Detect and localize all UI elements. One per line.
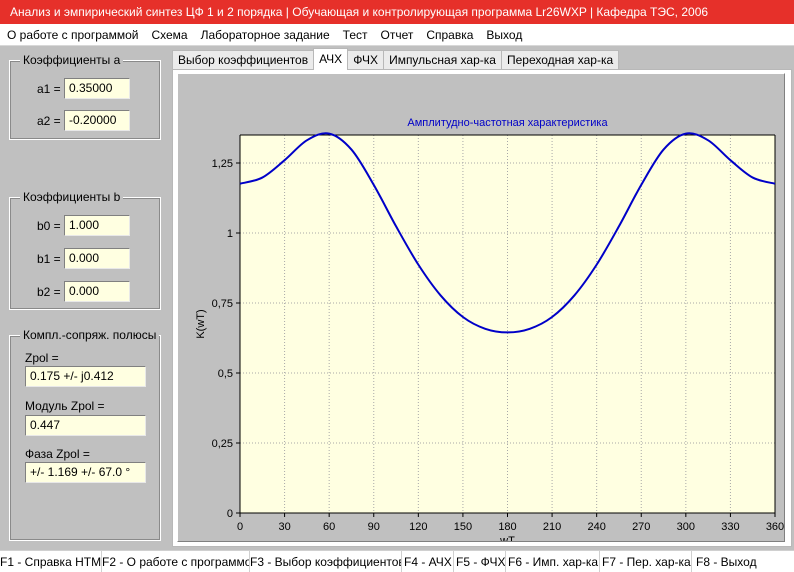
status-f8-exit[interactable]: F8 - Выход — [692, 551, 794, 572]
b2-label: b2 = — [37, 285, 61, 299]
window-title: Анализ и эмпирический синтез ЦФ 1 и 2 по… — [0, 0, 794, 24]
status-f2-about[interactable]: F2 - О работе с программой — [102, 551, 250, 572]
chart-title: Амплитудно-частотная характеристика — [407, 117, 608, 129]
tab-amplitude-response[interactable]: АЧХ — [313, 48, 349, 70]
coef-a-group: Коэффициенты a a1 = 0.35000 a2 = -0.2000… — [9, 53, 161, 140]
x-tick-label: 360 — [766, 521, 784, 533]
b1-field[interactable]: 0.000 — [64, 248, 130, 269]
y-tick-label: 0,25 — [212, 438, 233, 450]
x-tick-label: 270 — [632, 521, 650, 533]
b0-label: b0 = — [37, 219, 61, 233]
menu-test[interactable]: Тест — [337, 24, 374, 46]
poles-title: Компл.-сопряж. полюсы — [20, 328, 160, 342]
chart-panel: 0 30 60 90 120 150 180 210 240 270 300 330 360 0 0,25 0… — [177, 73, 785, 547]
menu-bar: О работе с программой Схема Лабораторное з… — [0, 24, 794, 46]
status-f6-impulse[interactable]: F6 - Имп. хар-ка — [506, 551, 600, 572]
zpol-modulus-label: Модуль Zpol = — [25, 399, 105, 413]
b0-field[interactable]: 1.000 — [64, 215, 130, 236]
x-tick-label: 30 — [278, 521, 290, 533]
y-tick-label: 0,5 — [218, 368, 233, 380]
y-tick-label: 0 — [227, 508, 233, 520]
coef-b-group: Коэффициенты b b0 = 1.000 b1 = 0.000 b2 … — [9, 190, 161, 310]
zpol-label: Zpol = — [25, 351, 59, 365]
tab-area: Выбор коэффициентов АЧХ ФЧХ Импульсная хар-… — [166, 46, 794, 550]
y-tick-label: 0,75 — [212, 298, 233, 310]
x-tick-label: 0 — [237, 521, 243, 533]
a1-label: a1 = — [37, 82, 61, 96]
status-f7-step[interactable]: F7 - Пер. хар-ка — [600, 551, 692, 572]
status-bar: F1 - Справка HTML F2 - О работе с програ… — [0, 550, 794, 572]
tab-page-amplitude: 0 30 60 90 120 150 180 210 240 270 300 330 360 0 0,25 0… — [172, 69, 792, 547]
amplitude-chart: 0 30 60 90 120 150 180 210 240 270 300 330 360 0 0,25 0… — [195, 117, 784, 547]
x-axis-label: wT — [499, 535, 515, 541]
zpol-phase-field[interactable]: +/- 1.169 +/- 67.0 ° — [25, 462, 146, 483]
x-tick-label: 60 — [323, 521, 335, 533]
b2-field[interactable]: 0.000 — [64, 281, 130, 302]
menu-about[interactable]: О работе с программой — [1, 24, 144, 46]
poles-group: Компл.-сопряж. полюсы Zpol = 0.175 +/- j… — [9, 328, 161, 541]
x-tick-label: 180 — [498, 521, 516, 533]
left-panel: Коэффициенты a a1 = 0.35000 a2 = -0.2000… — [0, 46, 166, 550]
zpol-field[interactable]: 0.175 +/- j0.412 — [25, 366, 146, 387]
coef-b-title: Коэффициенты b — [20, 190, 124, 204]
x-tick-label: 210 — [543, 521, 561, 533]
tab-step-response[interactable]: Переходная хар-ка — [500, 50, 620, 70]
coef-a-title: Коэффициенты a — [20, 53, 124, 67]
y-axis-label: K(wT) — [195, 309, 207, 338]
a2-label: a2 = — [37, 114, 61, 128]
y-tick-label: 1 — [227, 228, 233, 240]
status-f1-help[interactable]: F1 - Справка HTML — [0, 551, 102, 572]
y-tick-label: 1,25 — [212, 158, 233, 170]
menu-report[interactable]: Отчет — [374, 24, 419, 46]
menu-scheme[interactable]: Схема — [145, 24, 193, 46]
status-f4-amplitude[interactable]: F4 - АЧХ — [402, 551, 454, 572]
tab-strip: Выбор коэффициентов АЧХ ФЧХ Импульсная хар-… — [172, 48, 620, 70]
tab-impulse-response[interactable]: Импульсная хар-ка — [383, 50, 502, 70]
x-tick-label: 240 — [587, 521, 605, 533]
tab-phase-response[interactable]: ФЧХ — [347, 50, 385, 70]
x-tick-label: 330 — [721, 521, 739, 533]
x-tick-label: 90 — [368, 521, 380, 533]
b1-label: b1 = — [37, 252, 61, 266]
x-tick-label: 120 — [409, 521, 427, 533]
a2-field[interactable]: -0.20000 — [64, 110, 130, 131]
menu-lab-task[interactable]: Лабораторное задание — [195, 24, 336, 46]
zpol-phase-label: Фаза Zpol = — [25, 447, 90, 461]
status-f3-coefficients[interactable]: F3 - Выбор коэффициентов — [250, 551, 402, 572]
status-f5-phase[interactable]: F5 - ФЧХ — [454, 551, 506, 572]
x-tick-label: 150 — [454, 521, 472, 533]
a1-field[interactable]: 0.35000 — [64, 78, 130, 99]
menu-help[interactable]: Справка — [420, 24, 479, 46]
zpol-modulus-field[interactable]: 0.447 — [25, 415, 146, 436]
menu-exit[interactable]: Выход — [480, 24, 528, 46]
x-tick-label: 300 — [677, 521, 695, 533]
tab-coefficients[interactable]: Выбор коэффициентов — [172, 50, 315, 70]
